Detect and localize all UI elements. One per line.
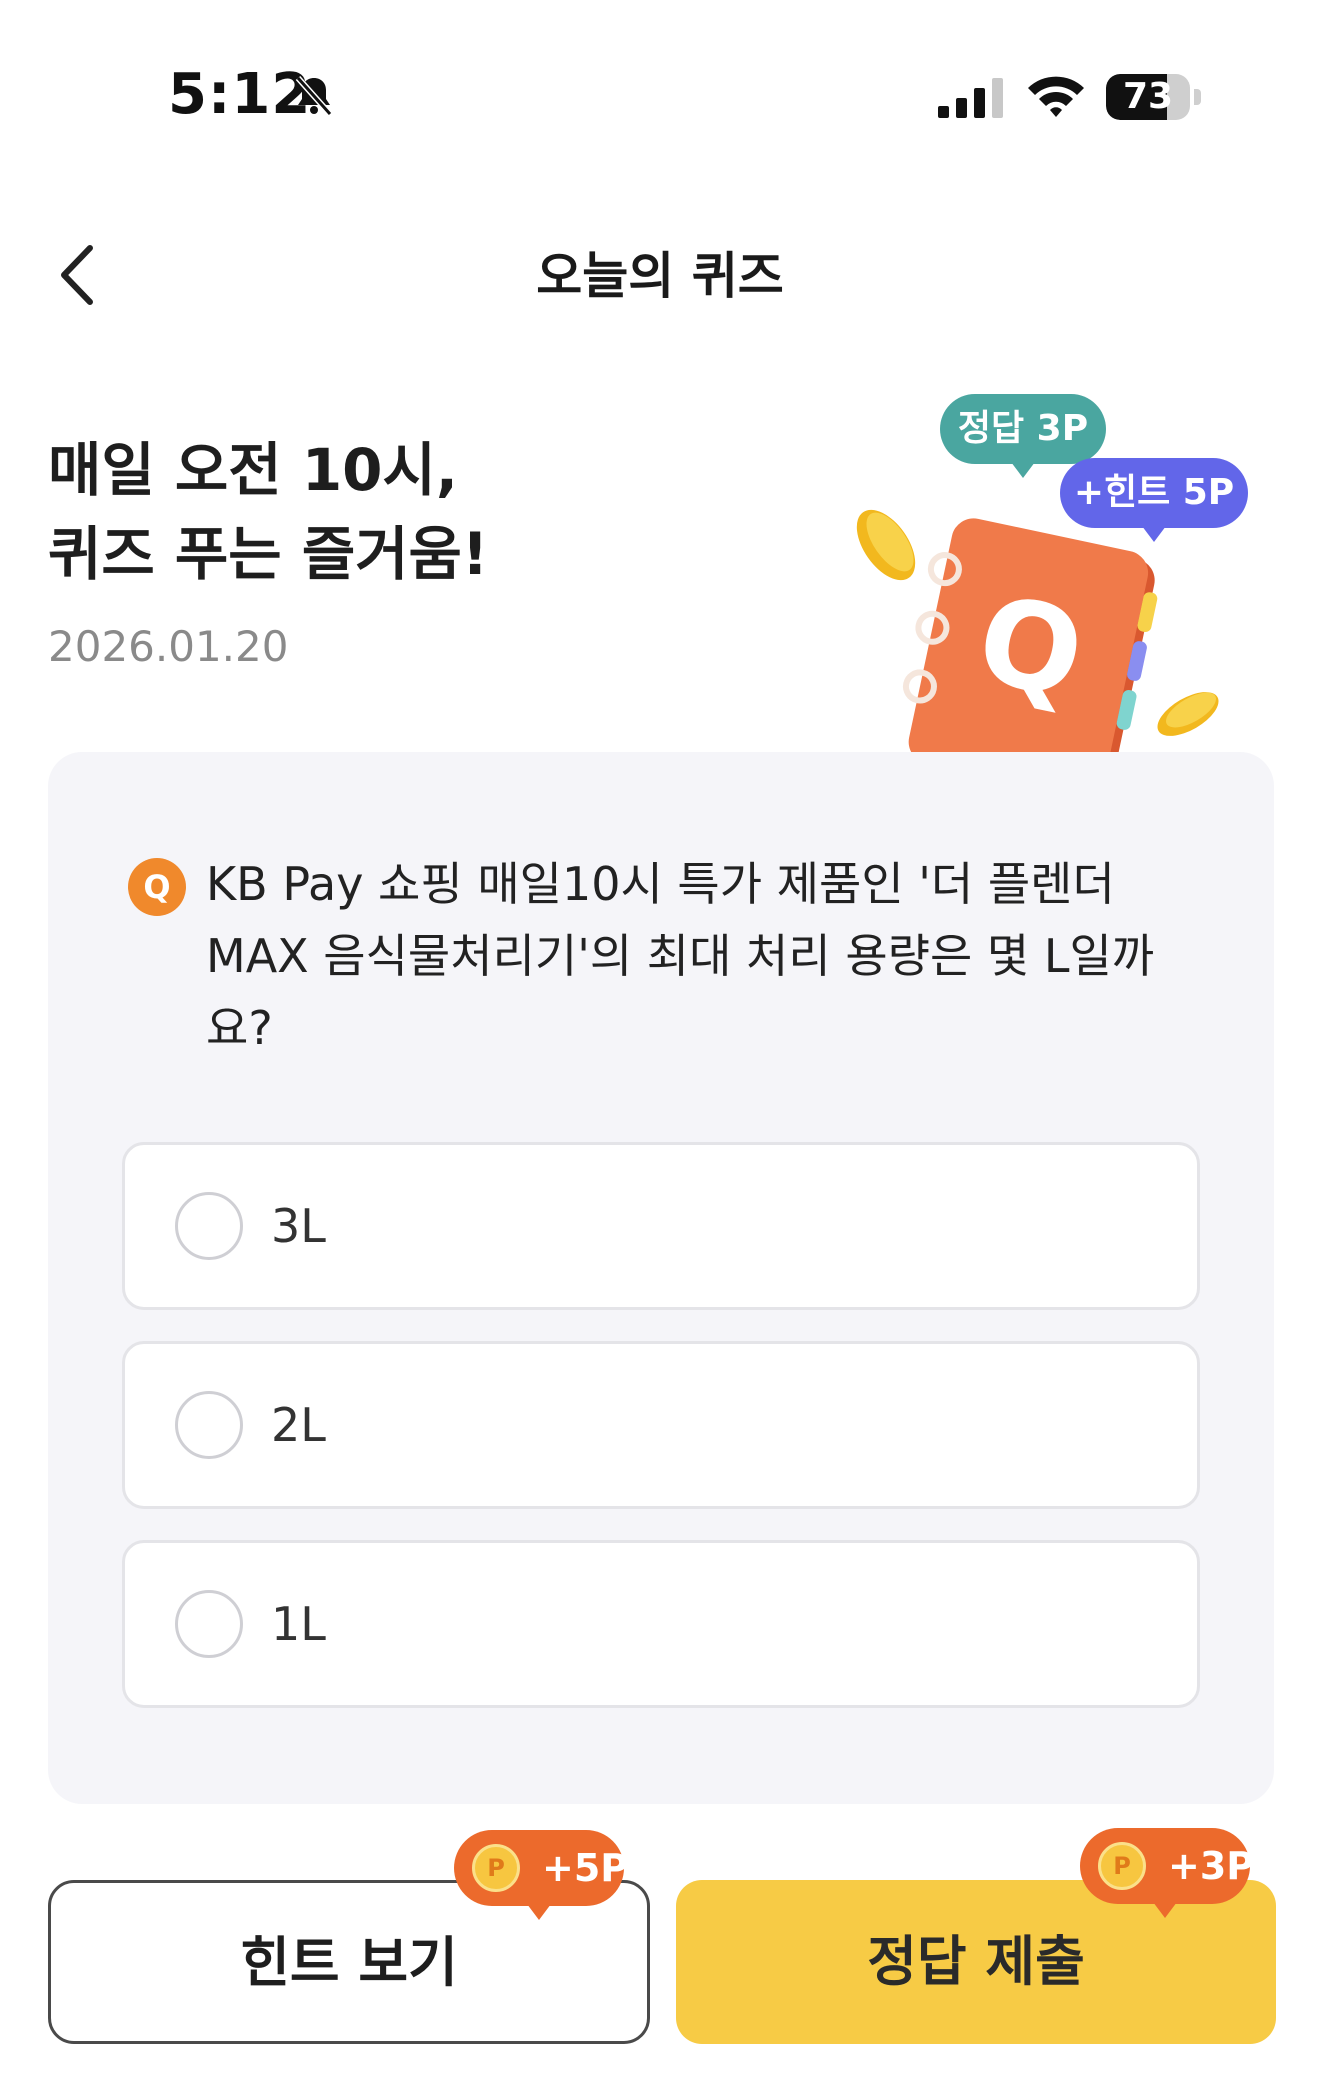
coin-right-icon bbox=[1157, 692, 1219, 736]
battery-percent: 73 bbox=[1122, 76, 1174, 117]
hint-reward-text: +5P bbox=[542, 1846, 629, 1890]
hint-points-bubble: +힌트 5P bbox=[1060, 458, 1248, 542]
answer-option-label: 1L bbox=[271, 1597, 326, 1651]
hint-reward-badge: P +5P bbox=[454, 1830, 628, 1920]
submit-answer-button[interactable]: 정답 제출 bbox=[676, 1880, 1276, 2044]
hero-title-line-1: 매일 오전 10시, bbox=[48, 436, 458, 504]
battery-icon: 73 bbox=[1106, 74, 1202, 120]
answer-option-label: 2L bbox=[271, 1398, 326, 1452]
answer-option-3[interactable]: 1L bbox=[122, 1540, 1200, 1708]
question-text: KB Pay 쇼핑 매일10시 특가 제품인 '더 플렌더 MAX 음식물처리기… bbox=[206, 857, 1155, 1055]
answer-option-1[interactable]: 3L bbox=[122, 1142, 1200, 1310]
page-title: 오늘의 퀴즈 bbox=[536, 247, 784, 305]
answer-option-label: 3L bbox=[271, 1199, 326, 1253]
submit-reward-badge: P +3P bbox=[1080, 1828, 1254, 1918]
radio-circle-icon[interactable] bbox=[175, 1590, 243, 1658]
radio-circle-icon[interactable] bbox=[175, 1391, 243, 1459]
answer-option-2[interactable]: 2L bbox=[122, 1341, 1200, 1509]
radio-circle-icon[interactable] bbox=[175, 1192, 243, 1260]
bell-muted-icon bbox=[295, 76, 333, 116]
point-coin-icon: P bbox=[472, 1844, 520, 1892]
hero-title: 매일 오전 10시, 퀴즈 푸는 즐거움! bbox=[48, 428, 488, 596]
cellular-signal-icon bbox=[938, 78, 1003, 118]
coin-left-icon bbox=[856, 509, 916, 581]
point-coin-icon: P bbox=[1098, 1842, 1146, 1890]
answer-points-bubble: 정답 3P bbox=[940, 394, 1106, 478]
question-badge-icon: Q bbox=[128, 858, 186, 916]
hero-title-line-2: 퀴즈 푸는 즐거움! bbox=[48, 520, 489, 588]
wifi-icon bbox=[1028, 76, 1084, 117]
quiz-date: 2026.01.20 bbox=[48, 622, 289, 671]
submit-reward-text: +3P bbox=[1168, 1844, 1255, 1888]
